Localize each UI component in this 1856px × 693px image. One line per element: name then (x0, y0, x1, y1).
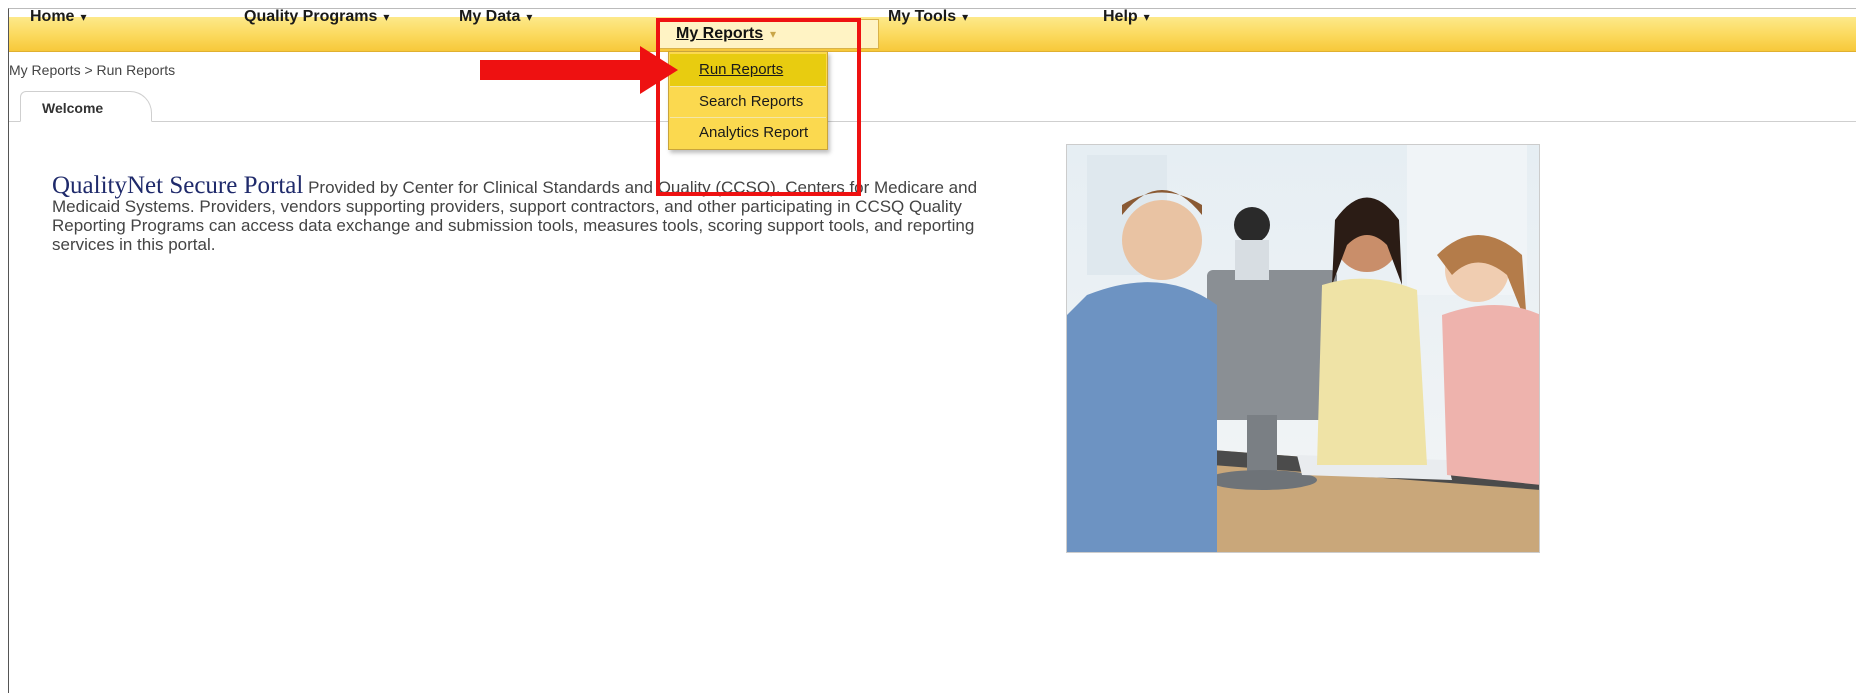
nav-my-tools-label: My Tools (888, 8, 957, 25)
portal-title: QualityNet Secure Portal (52, 172, 304, 199)
chevron-down-icon: ▾ (80, 10, 87, 24)
clinicians-photo (1066, 144, 1540, 553)
chevron-down-icon: ▾ (383, 10, 390, 24)
annotation-arrow-icon (480, 46, 678, 94)
nav-home[interactable]: Home ▾ (30, 0, 86, 34)
chevron-down-icon: ▾ (526, 10, 533, 24)
breadcrumb: My Reports > Run Reports (9, 62, 176, 78)
clinicians-illustration (1067, 145, 1539, 552)
chevron-down-icon: ▾ (1143, 10, 1150, 24)
nav-my-data[interactable]: My Data ▾ (459, 0, 532, 34)
chevron-down-icon: ▾ (962, 10, 969, 24)
nav-home-label: Home (30, 8, 75, 25)
nav-my-tools[interactable]: My Tools ▾ (888, 0, 968, 34)
tab-welcome[interactable]: Welcome (20, 91, 152, 122)
nav-help[interactable]: Help ▾ (1103, 0, 1150, 34)
tab-divider (9, 121, 1856, 122)
intro-paragraph: QualityNet Secure Portal Provided by Cen… (52, 173, 1037, 254)
tab-welcome-label: Welcome (42, 100, 104, 116)
nav-quality-programs[interactable]: Quality Programs ▾ (244, 0, 389, 34)
nav-my-data-label: My Data (459, 8, 521, 25)
annotation-highlight-box (656, 18, 861, 196)
portal-frame (8, 8, 1856, 693)
nav-help-label: Help (1103, 8, 1138, 25)
nav-quality-programs-label: Quality Programs (244, 8, 378, 25)
